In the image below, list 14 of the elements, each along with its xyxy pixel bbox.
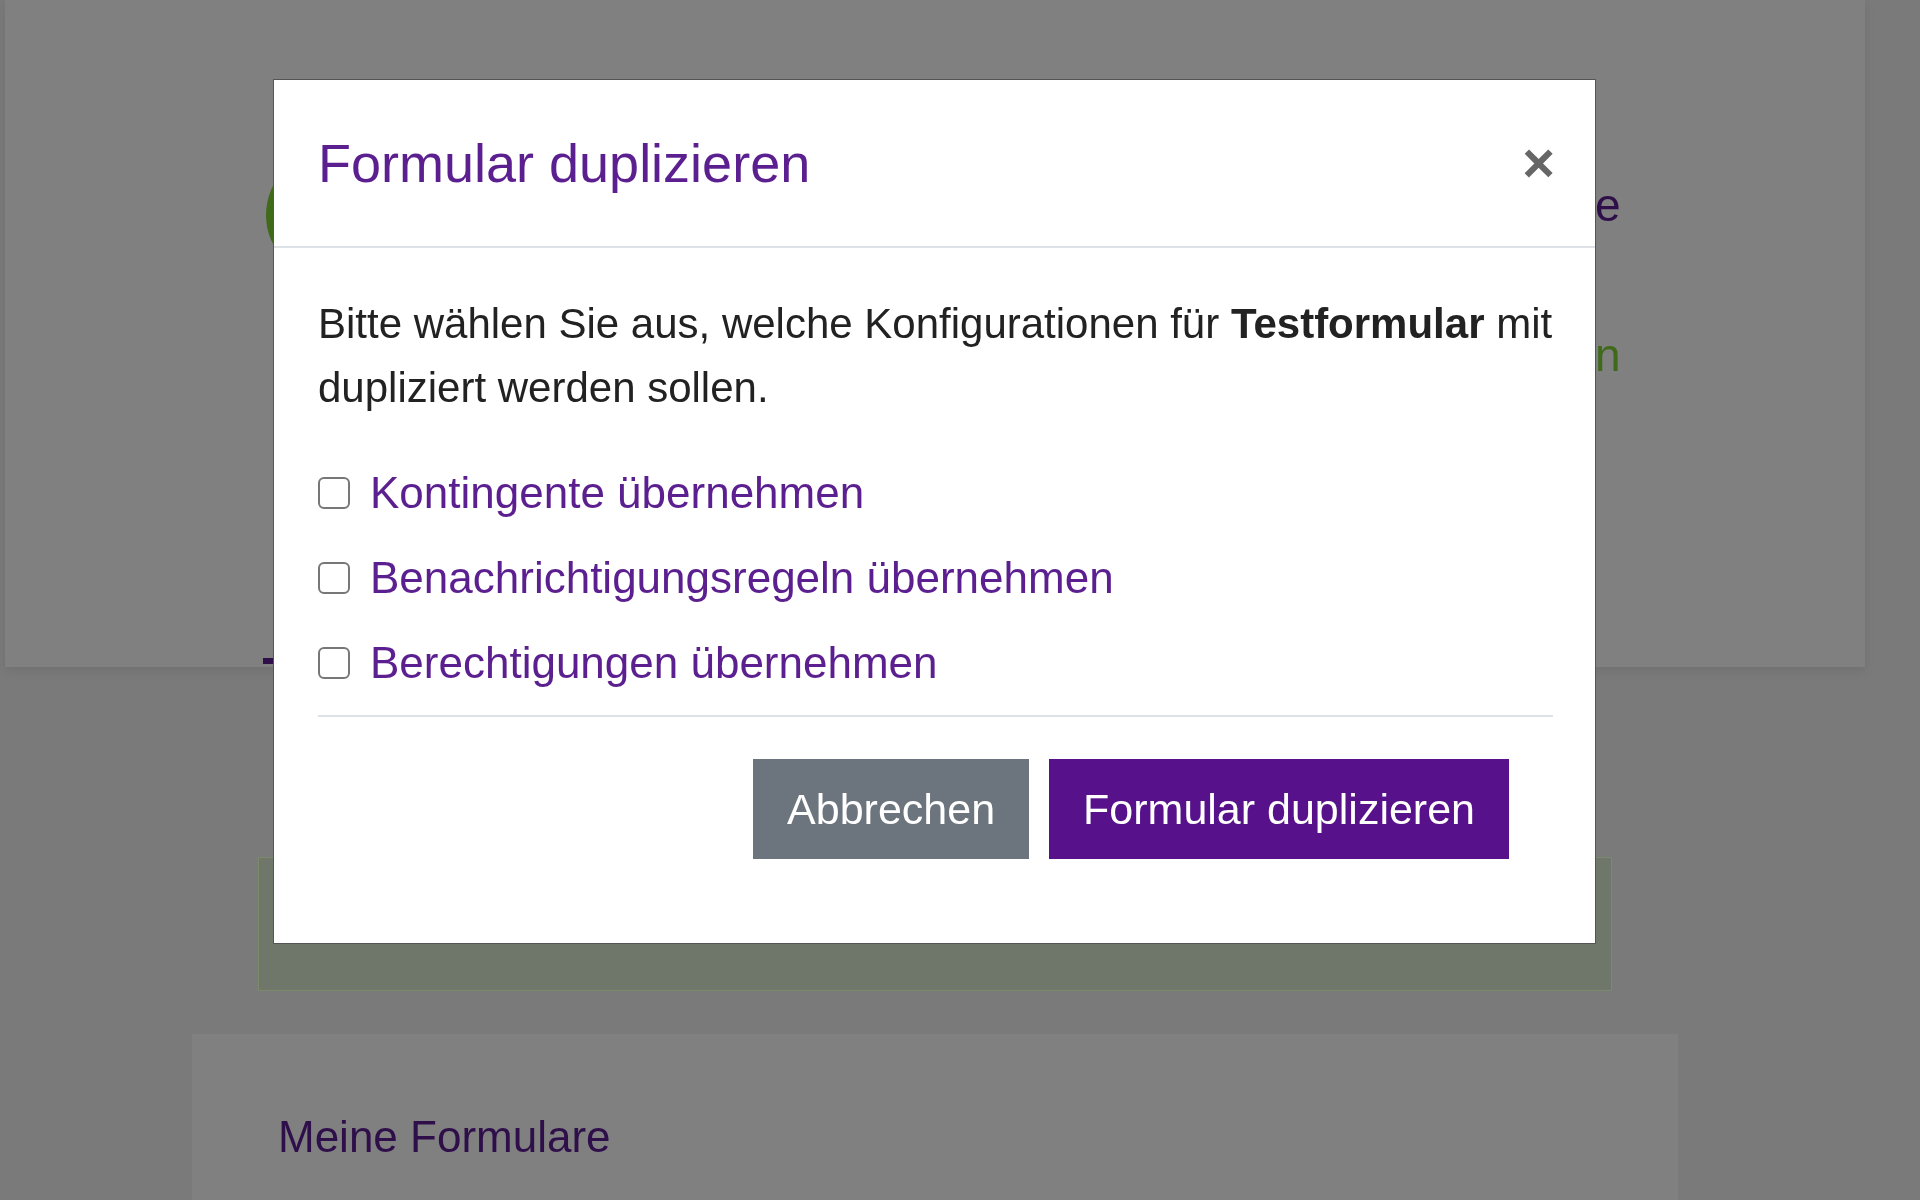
checkbox[interactable]	[318, 646, 350, 679]
checkbox-label[interactable]: Berechtigungen übernehmen	[370, 637, 938, 688]
text-fragment: e	[1595, 180, 1621, 230]
dialog-message: Bitte wählen Sie aus, welche Konfigurationen für Testformular mit dupliziert werden sollen.	[318, 299, 1553, 413]
cancel-button[interactable]: Abbrechen	[753, 759, 1030, 859]
duplicate-button[interactable]: Formular duplizieren	[1049, 759, 1509, 859]
checkbox[interactable]	[318, 476, 350, 509]
dialog-title: Formular duplizieren	[318, 132, 811, 194]
checkbox-label[interactable]: Kontingente übernehmen	[370, 467, 865, 518]
close-button[interactable]: ×	[1522, 135, 1555, 191]
text-fragment: n	[1595, 330, 1621, 380]
checkbox[interactable]	[318, 561, 350, 594]
checkbox-label[interactable]: Benachrichtigungsregeln übernehmen	[370, 552, 1114, 603]
section-title: Meine Formulare	[278, 1112, 611, 1161]
